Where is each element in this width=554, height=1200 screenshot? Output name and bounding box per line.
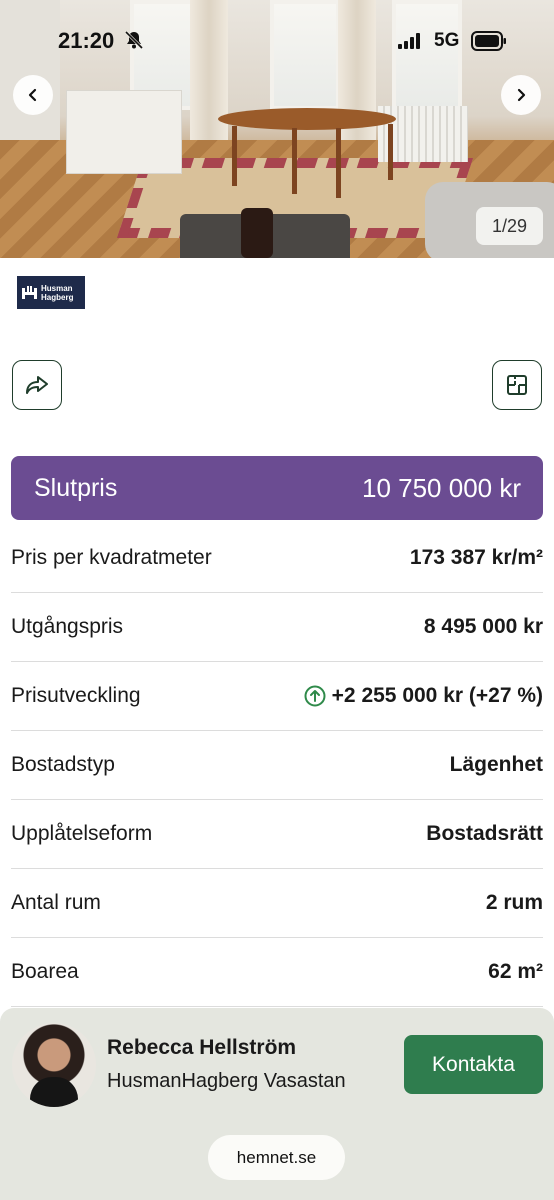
floorplan-button[interactable] <box>492 360 542 410</box>
cellular-signal-icon <box>398 33 420 49</box>
photo-kitchen-island <box>66 90 182 174</box>
detail-value-wrap: +2 255 000 kr (+27 %) <box>304 684 543 708</box>
battery-icon <box>471 31 506 51</box>
photo-counter: 1/29 <box>476 207 543 245</box>
photo-dining-table <box>218 108 396 130</box>
detail-row-asking-price: Utgångspris 8 495 000 kr <box>11 593 543 662</box>
chevron-left-icon <box>28 88 37 102</box>
detail-row-rooms: Antal rum 2 rum <box>11 869 543 938</box>
arrow-up-circle-icon <box>304 685 326 707</box>
agency-logo-mark-icon <box>22 285 37 299</box>
property-details-list: Pris per kvadratmeter 173 387 kr/m² Utgå… <box>11 524 543 1007</box>
status-bar: 21:20 5G <box>0 0 554 80</box>
agency-logo[interactable]: Husman Hagberg <box>17 276 85 309</box>
photo-vase <box>241 208 273 258</box>
agent-avatar[interactable] <box>12 1023 96 1107</box>
agent-name[interactable]: Rebecca Hellström <box>107 1036 296 1060</box>
detail-row-price-per-sqm: Pris per kvadratmeter 173 387 kr/m² <box>11 524 543 593</box>
detail-label: Upplåtelseform <box>11 822 153 845</box>
detail-value: Bostadsrätt <box>426 822 543 845</box>
detail-value: 2 rum <box>485 891 543 914</box>
detail-row-living-area: Boarea 62 m² <box>11 938 543 1007</box>
detail-value: 8 495 000 kr <box>423 615 543 638</box>
detail-value: +2 255 000 kr (+27 %) <box>331 684 543 707</box>
detail-value: Lägenhet <box>449 753 543 776</box>
detail-value: 173 387 kr/m² <box>409 546 543 569</box>
detail-label: Boarea <box>11 960 79 983</box>
agent-office: HusmanHagberg Vasastan <box>107 1070 346 1092</box>
detail-label: Utgångspris <box>11 615 124 638</box>
detail-value: 62 m² <box>488 960 543 983</box>
contact-button[interactable]: Kontakta <box>404 1035 543 1094</box>
final-price-label: Slutpris <box>34 473 118 502</box>
final-price-value: 10 750 000 kr <box>361 472 521 503</box>
bell-muted-icon <box>124 30 144 50</box>
chevron-right-icon <box>517 88 526 102</box>
detail-label: Prisutveckling <box>11 684 141 707</box>
browser-url-bar[interactable]: hemnet.se <box>208 1135 345 1180</box>
share-arrow-icon <box>26 376 48 394</box>
detail-row-price-change: Prisutveckling +2 255 000 kr (+27 %) <box>11 662 543 731</box>
final-price-banner: Slutpris 10 750 000 kr <box>11 456 543 520</box>
agency-logo-text: Husman Hagberg <box>41 283 74 302</box>
status-time: 21:20 <box>58 28 115 53</box>
share-button[interactable] <box>12 360 62 410</box>
detail-row-housing-type: Bostadstyp Lägenhet <box>11 731 543 800</box>
detail-label: Pris per kvadratmeter <box>11 546 212 569</box>
detail-label: Antal rum <box>11 891 101 914</box>
previous-photo-button[interactable] <box>13 75 53 115</box>
detail-label: Bostadstyp <box>11 753 115 776</box>
next-photo-button[interactable] <box>501 75 541 115</box>
floorplan-icon <box>507 375 527 395</box>
network-type: 5G <box>434 30 460 51</box>
detail-row-tenure: Upplåtelseform Bostadsrätt <box>11 800 543 869</box>
agent-contact-panel: Rebecca Hellström HusmanHagberg Vasastan… <box>0 1008 554 1200</box>
